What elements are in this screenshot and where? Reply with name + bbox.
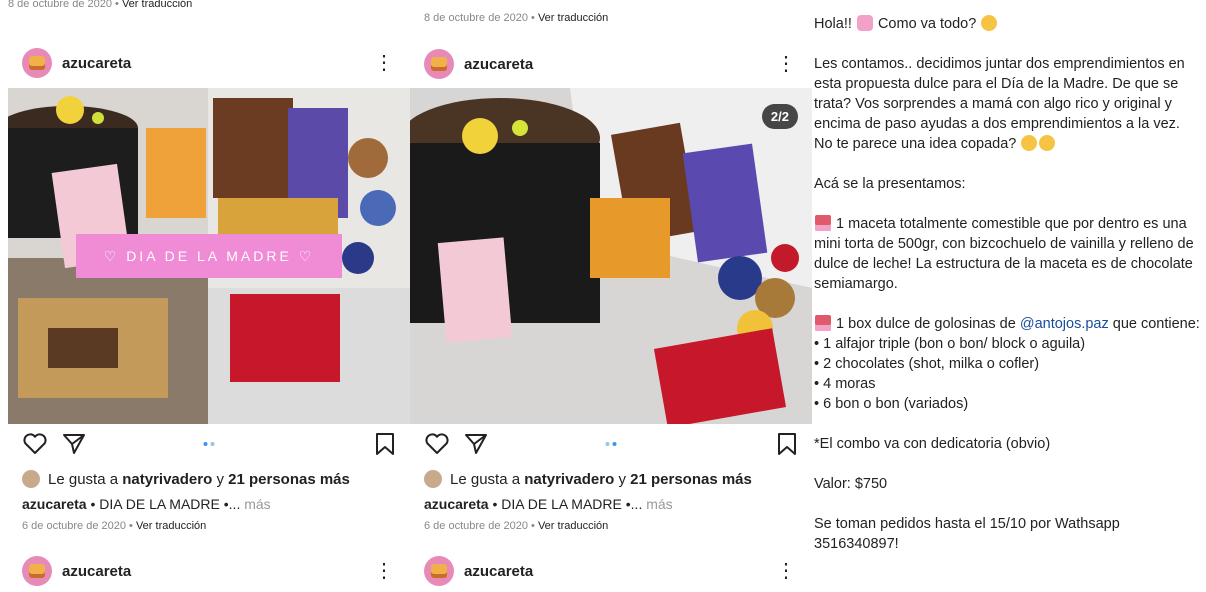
list-item: • 4 moras xyxy=(814,376,876,392)
carousel-indicator xyxy=(203,442,215,446)
likes-count[interactable]: 21 personas más xyxy=(630,471,752,488)
carousel-dot xyxy=(605,442,610,446)
username[interactable]: azucareta xyxy=(62,563,374,580)
post-header: azucareta ⋮ xyxy=(22,46,394,80)
liker-username[interactable]: natyrivadero xyxy=(524,471,614,488)
avatar[interactable] xyxy=(424,556,454,586)
avatar[interactable] xyxy=(424,49,454,79)
like-heart-icon[interactable] xyxy=(22,432,48,456)
list-item: • 6 bon o bon (variados) xyxy=(814,396,969,412)
translate-link[interactable]: Ver traducción xyxy=(122,0,192,10)
more-options-icon[interactable]: ⋮ xyxy=(374,53,394,73)
greeting-text: Hola!! xyxy=(814,16,852,32)
share-send-icon[interactable] xyxy=(464,432,488,456)
next-post-header: azucareta ⋮ xyxy=(424,554,796,588)
list-item: • 1 alfajor triple (bon o bon/ block o a… xyxy=(814,336,1086,352)
greeting-question: Como va todo? xyxy=(877,16,977,32)
post-date: 6 de octubre de 2020 • Ver traducción xyxy=(424,520,609,532)
caption-paragraph: 1 box dulce de golosinas de @antojos.paz… xyxy=(814,314,1204,414)
action-bar xyxy=(8,430,410,460)
price-text: Valor: $750 xyxy=(814,476,888,492)
post-image[interactable]: ♡ DIA DE LA MADRE ♡ xyxy=(8,88,410,424)
list-item: • 2 chocolates (shot, milka o cofler) xyxy=(814,356,1040,372)
username[interactable]: azucareta xyxy=(464,563,776,580)
post-header: azucareta ⋮ xyxy=(424,47,796,81)
more-options-icon[interactable]: ⋮ xyxy=(374,561,394,581)
caption-text: • DIA DE LA MADRE •... xyxy=(492,496,643,512)
likes-prefix: Le gusta a xyxy=(450,470,521,488)
carousel-dot xyxy=(612,442,617,446)
action-bar xyxy=(410,430,812,460)
likes-and: y xyxy=(216,470,224,488)
date-text: 8 de octubre de 2020 xyxy=(424,12,528,24)
order-info-text: Se toman pedidos hasta el 15/10 por Wath… xyxy=(814,516,1120,552)
translate-link[interactable]: Ver traducción xyxy=(136,520,206,532)
caption-body: Hola!! Como va todo? Les contamos.. deci… xyxy=(814,14,1204,574)
date-text: 8 de octubre de 2020 xyxy=(8,0,112,10)
post-caption: azucareta • DIA DE LA MADRE •... más xyxy=(424,496,673,512)
likes-prefix: Le gusta a xyxy=(48,470,119,488)
pleading-face-emoji-icon xyxy=(1021,135,1038,151)
share-send-icon[interactable] xyxy=(62,432,86,456)
liker-avatar xyxy=(22,470,40,488)
gift-emoji-icon xyxy=(815,215,831,231)
avatar[interactable] xyxy=(22,556,52,586)
like-heart-icon[interactable] xyxy=(424,432,450,456)
person-emoji-icon xyxy=(856,15,873,31)
caption-more-link[interactable]: más xyxy=(646,496,672,512)
carousel-dot xyxy=(210,442,215,446)
item-2-text: 1 box dulce de golosinas de xyxy=(836,316,1016,332)
carousel-indicator xyxy=(605,442,617,446)
likes-count[interactable]: 21 personas más xyxy=(228,471,350,488)
username[interactable]: azucareta xyxy=(62,55,374,72)
post-caption: azucareta • DIA DE LA MADRE •... más xyxy=(22,496,271,512)
image-title-label: ♡ DIA DE LA MADRE ♡ xyxy=(76,234,342,278)
translate-link[interactable]: Ver traducción xyxy=(538,520,608,532)
caption-paragraph: Acá se la presentamos: xyxy=(814,176,966,192)
avatar[interactable] xyxy=(22,48,52,78)
previous-post-date: 8 de octubre de 2020 • Ver traducción xyxy=(8,0,193,10)
date-text: 6 de octubre de 2020 xyxy=(22,520,126,532)
caption-more-link[interactable]: más xyxy=(244,496,270,512)
caption-paragraph: 1 maceta totalmente comestible que por d… xyxy=(814,214,1204,294)
caption-paragraph: *El combo va con dedicatoria (obvio) xyxy=(814,436,1051,452)
date-text: 6 de octubre de 2020 xyxy=(424,520,528,532)
liker-username[interactable]: natyrivadero xyxy=(122,471,212,488)
post-date: 6 de octubre de 2020 • Ver traducción xyxy=(22,520,207,532)
caption-paragraph: Les contamos.. decidimos juntar dos empr… xyxy=(814,54,1204,154)
username[interactable]: azucareta xyxy=(464,56,776,73)
item-1-text: 1 maceta totalmente comestible que por d… xyxy=(814,216,1194,292)
post-panel-2: 8 de octubre de 2020 • Ver traducción az… xyxy=(410,0,812,592)
likes-and: y xyxy=(618,470,626,488)
likes-summary[interactable]: Le gusta a natyrivadero y 21 personas má… xyxy=(424,470,752,488)
carousel-dot xyxy=(203,442,208,446)
carousel-counter: 2/2 xyxy=(761,104,798,129)
post-photo xyxy=(410,88,812,424)
more-options-icon[interactable]: ⋮ xyxy=(776,54,796,74)
next-post-header: azucareta ⋮ xyxy=(22,554,394,588)
post-image[interactable]: 2/2 xyxy=(410,88,812,424)
surprised-face-emoji-icon xyxy=(1039,135,1056,151)
translate-link[interactable]: Ver traducción xyxy=(538,12,608,24)
post-panel-1: 8 de octubre de 2020 • Ver traducción az… xyxy=(8,0,410,592)
caption-full-text: Hola!! Como va todo? Les contamos.. deci… xyxy=(812,0,1206,592)
intro-text: Les contamos.. decidimos juntar dos empr… xyxy=(814,56,1185,132)
save-bookmark-icon[interactable] xyxy=(776,432,798,456)
mention-link[interactable]: @antojos.paz xyxy=(1020,316,1109,332)
gift-emoji-icon xyxy=(815,315,831,331)
previous-post-date: 8 de octubre de 2020 • Ver traducción xyxy=(424,12,609,24)
surprised-face-emoji-icon xyxy=(981,15,998,31)
liker-avatar xyxy=(424,470,442,488)
more-options-icon[interactable]: ⋮ xyxy=(776,561,796,581)
save-bookmark-icon[interactable] xyxy=(374,432,396,456)
caption-username[interactable]: azucareta xyxy=(22,496,87,512)
caption-text: • DIA DE LA MADRE •... xyxy=(90,496,241,512)
caption-paragraph: Hola!! Como va todo? xyxy=(814,14,1204,34)
caption-username[interactable]: azucareta xyxy=(424,496,489,512)
item-2-text-end: que contiene: xyxy=(1112,316,1200,332)
intro-question: No te parece una idea copada? xyxy=(814,136,1017,152)
likes-summary[interactable]: Le gusta a natyrivadero y 21 personas má… xyxy=(22,470,350,488)
